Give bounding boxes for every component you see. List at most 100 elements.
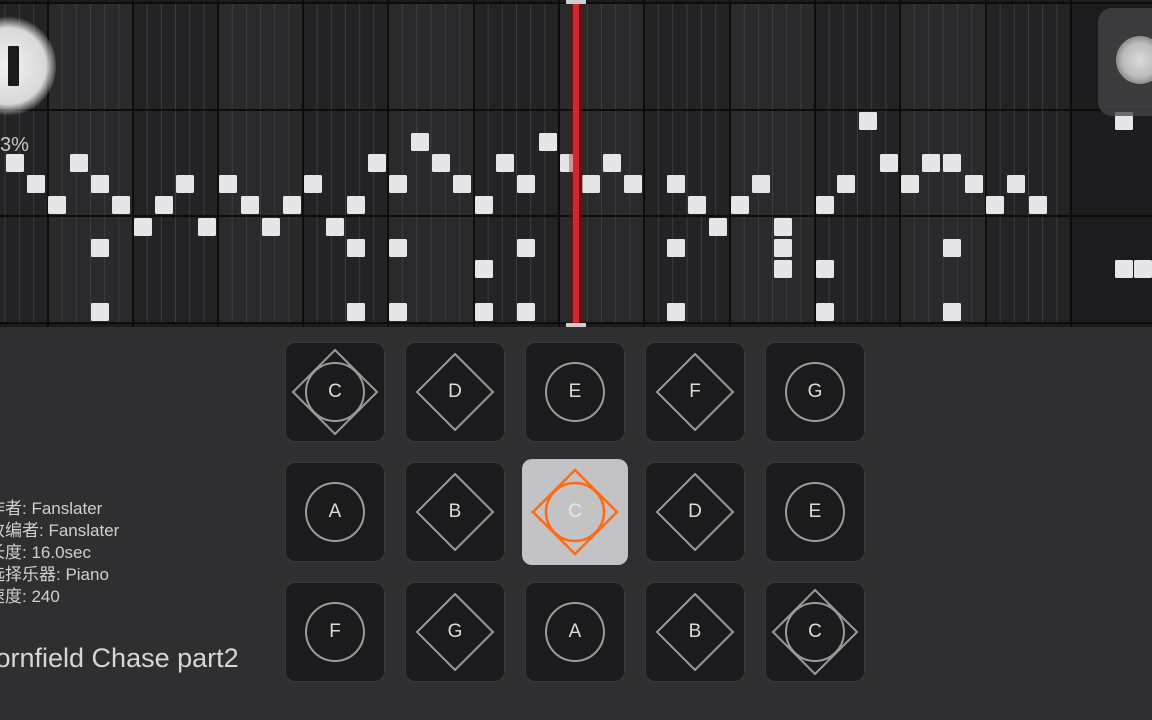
note-block: [688, 196, 706, 214]
note-block: [709, 218, 727, 236]
note-block: [816, 260, 834, 278]
info-author: 作者: Fanslater: [0, 499, 103, 518]
note-block: [539, 133, 557, 151]
note-block: [517, 239, 535, 257]
pad-note-label: B: [448, 501, 462, 522]
note-block: [347, 303, 365, 321]
note-block: [304, 175, 322, 193]
note-block: [816, 303, 834, 321]
note-block: [453, 175, 471, 193]
pad-2-1-G[interactable]: G: [405, 582, 505, 682]
pad-0-0-C[interactable]: C: [285, 342, 385, 442]
note-block: [943, 239, 961, 257]
note-block: [389, 239, 407, 257]
pad-note-label: E: [808, 501, 822, 522]
note-block: [475, 196, 493, 214]
note-block: [262, 218, 280, 236]
note-block: [475, 260, 493, 278]
pad-2-0-F[interactable]: F: [285, 582, 385, 682]
note-block: [112, 196, 130, 214]
note-block: [774, 239, 792, 257]
note-block: [517, 303, 535, 321]
note-block: [943, 154, 961, 172]
note-block: [27, 175, 45, 193]
pad-note-label: C: [568, 501, 582, 522]
note-block: [922, 154, 940, 172]
pad-note-label: F: [329, 621, 341, 642]
pad-note-label: D: [448, 381, 462, 402]
pad-0-4-G[interactable]: G: [765, 342, 865, 442]
pad-2-4-C[interactable]: C: [765, 582, 865, 682]
pad-1-0-A[interactable]: A: [285, 462, 385, 562]
note-block: [326, 218, 344, 236]
pad-note-label: C: [328, 381, 342, 402]
note-block: [70, 154, 88, 172]
note-block: [283, 196, 301, 214]
pad-note-label: F: [689, 381, 701, 402]
note-block: [219, 175, 237, 193]
note-block: [389, 175, 407, 193]
pad-1-1-B[interactable]: B: [405, 462, 505, 562]
note-block: [1007, 175, 1025, 193]
note-block: [91, 239, 109, 257]
note-block: [965, 175, 983, 193]
settings-knob-button[interactable]: [1098, 8, 1152, 116]
note-block: [475, 303, 493, 321]
pause-icon: [8, 46, 19, 86]
pad-note-label: D: [688, 501, 702, 522]
note-block: [496, 154, 514, 172]
note-block: [432, 154, 450, 172]
note-block: [176, 175, 194, 193]
note-block: [837, 175, 855, 193]
pad-note-label: G: [447, 621, 463, 642]
song-info: 作者: Fanslater 改编者: Fanslater 长度: 16.0sec…: [0, 498, 119, 608]
pad-note-label: E: [568, 381, 582, 402]
info-arranger: 改编者: Fanslater: [0, 521, 120, 540]
pad-1-2-C[interactable]: C: [522, 459, 628, 565]
note-block: [752, 175, 770, 193]
note-block: [901, 175, 919, 193]
note-block: [347, 239, 365, 257]
note-block: [624, 175, 642, 193]
pad-0-3-F[interactable]: F: [645, 342, 745, 442]
note-block: [1029, 196, 1047, 214]
knob-icon: [1116, 36, 1152, 84]
pad-1-3-D[interactable]: D: [645, 462, 745, 562]
note-block: [582, 175, 600, 193]
song-title: Cornfield Chase part2: [0, 643, 239, 673]
note-block: [1134, 260, 1152, 278]
note-block: [603, 154, 621, 172]
pad-1-4-E[interactable]: E: [765, 462, 865, 562]
note-block: [241, 196, 259, 214]
playhead: [573, 0, 579, 327]
pad-note-label: A: [328, 501, 342, 522]
note-block: [816, 196, 834, 214]
note-block: [91, 175, 109, 193]
note-block: [667, 175, 685, 193]
note-block: [1115, 260, 1133, 278]
pad-2-2-A[interactable]: A: [525, 582, 625, 682]
note-block: [198, 218, 216, 236]
progress-percent: 3%: [0, 134, 29, 156]
note-block: [389, 303, 407, 321]
pad-note-label: C: [808, 621, 822, 642]
pad-2-3-B[interactable]: B: [645, 582, 745, 682]
note-block: [943, 303, 961, 321]
note-block: [859, 112, 877, 130]
info-instrument: 选择乐器: Piano: [0, 565, 109, 584]
note-block: [880, 154, 898, 172]
pad-0-1-D[interactable]: D: [405, 342, 505, 442]
info-length: 长度: 16.0sec: [0, 543, 91, 562]
note-block: [731, 196, 749, 214]
note-block: [347, 196, 365, 214]
note-block: [774, 218, 792, 236]
pad-0-2-E[interactable]: E: [525, 342, 625, 442]
pad-note-label: A: [568, 621, 582, 642]
note-block: [155, 196, 173, 214]
piano-roll: 3%: [0, 0, 1152, 327]
pad-note-label: B: [688, 621, 702, 642]
note-block: [48, 196, 66, 214]
note-block: [667, 239, 685, 257]
note-block: [134, 218, 152, 236]
note-block: [517, 175, 535, 193]
